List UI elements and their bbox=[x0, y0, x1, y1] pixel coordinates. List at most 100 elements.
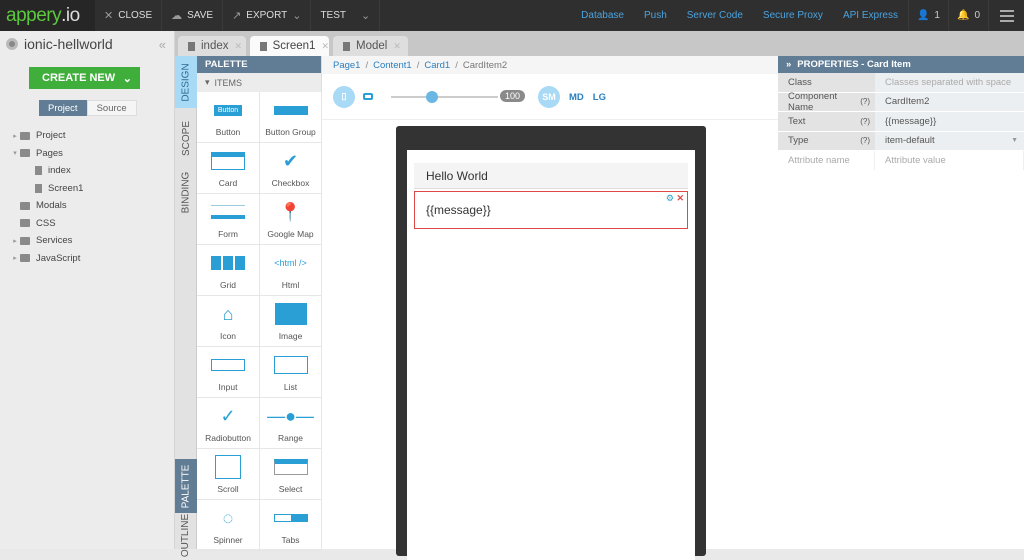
tree-item-modals[interactable]: Modals bbox=[0, 197, 175, 215]
tab-model[interactable]: Model✕ bbox=[333, 36, 408, 56]
button-group-icon bbox=[274, 99, 308, 121]
database-link[interactable]: Database bbox=[571, 10, 634, 21]
palette-item-scroll[interactable]: Scroll bbox=[197, 449, 260, 500]
server-code-link[interactable]: Server Code bbox=[677, 10, 753, 21]
test-button[interactable]: TEST⌄ bbox=[311, 0, 380, 31]
tab-palette[interactable]: PALETTE bbox=[175, 459, 197, 513]
palette-item-grid[interactable]: Grid bbox=[197, 245, 260, 296]
zoom-slider[interactable] bbox=[391, 96, 498, 98]
card-header[interactable]: Hello World bbox=[414, 163, 688, 189]
api-express-link[interactable]: API Express bbox=[833, 10, 908, 21]
palette-item-card[interactable]: Card bbox=[197, 143, 260, 194]
save-button[interactable]: ☁SAVE bbox=[162, 0, 223, 31]
palette-item-form[interactable]: Form bbox=[197, 194, 260, 245]
close-icon[interactable]: ✕ bbox=[321, 41, 329, 52]
size-sm[interactable]: SM bbox=[538, 86, 560, 108]
palette-item-html[interactable]: <html />Html bbox=[260, 245, 322, 296]
tree-item-project[interactable]: ▸Project bbox=[0, 127, 175, 145]
phone-view-icon[interactable]: ▯ bbox=[333, 86, 355, 108]
export-button[interactable]: ↗EXPORT⌄ bbox=[223, 0, 311, 31]
logo[interactable]: appery.io bbox=[0, 0, 95, 31]
attribute-value-input[interactable]: Attribute value bbox=[875, 151, 1024, 170]
tab-outline[interactable]: OUTLINE bbox=[175, 515, 197, 555]
palette-item-button-group[interactable]: Button Group bbox=[260, 92, 322, 143]
card-item-selected[interactable]: {{message}}⚙ ✕ bbox=[414, 191, 688, 229]
close-icon[interactable]: ✕ bbox=[393, 41, 401, 52]
palette-item-select[interactable]: Select bbox=[260, 449, 322, 500]
crumb-page1[interactable]: Page1 bbox=[333, 60, 360, 71]
crumb-carditem2: CardItem2 bbox=[463, 60, 507, 71]
tab-design[interactable]: DESIGN bbox=[175, 56, 197, 108]
palette-item-icon[interactable]: ⌂Icon bbox=[197, 296, 260, 347]
html-icon: <html /> bbox=[274, 252, 307, 274]
palette-item-tabs[interactable]: Tabs bbox=[260, 500, 322, 551]
size-md[interactable]: MD bbox=[569, 92, 584, 103]
palette-item-radiobutton[interactable]: ✓Radiobutton bbox=[197, 398, 260, 449]
close-icon[interactable]: ✕ bbox=[235, 41, 243, 52]
users-button[interactable]: 👤1 bbox=[908, 0, 948, 31]
secure-proxy-link[interactable]: Secure Proxy bbox=[753, 10, 833, 21]
card-icon bbox=[211, 150, 245, 172]
menu-icon[interactable] bbox=[988, 0, 1024, 31]
close-button[interactable]: ✕CLOSE bbox=[95, 0, 162, 31]
push-link[interactable]: Push bbox=[634, 10, 677, 21]
palette-item-input[interactable]: Input bbox=[197, 347, 260, 398]
tree-item-index[interactable]: index bbox=[0, 162, 175, 180]
notifications-button[interactable]: 🔔0 bbox=[948, 0, 988, 31]
type-select[interactable]: item-default▼ bbox=[875, 132, 1024, 151]
size-lg[interactable]: LG bbox=[593, 92, 606, 103]
palette-item-google-map[interactable]: 📍Google Map bbox=[260, 194, 322, 245]
attribute-name-input[interactable]: Attribute name bbox=[778, 151, 875, 170]
palette-item-image[interactable]: Image bbox=[260, 296, 322, 347]
tab-screen1[interactable]: Screen1✕ bbox=[250, 36, 329, 56]
project-toggle[interactable]: Project bbox=[39, 100, 87, 116]
phone-screen: Hello World {{message}}⚙ ✕ bbox=[407, 150, 695, 560]
checkbox-icon: ✔ bbox=[283, 150, 298, 172]
grid-icon bbox=[211, 252, 245, 274]
tree-item-services[interactable]: ▸Services bbox=[0, 232, 175, 250]
palette-item-range[interactable]: —●—Range bbox=[260, 398, 322, 449]
create-new-button[interactable]: CREATE NEW⌄ bbox=[29, 67, 140, 89]
chevron-down-icon: ⌄ bbox=[123, 72, 132, 85]
tree-item-javascript[interactable]: ▸JavaScript bbox=[0, 250, 175, 268]
dropdown-arrow-icon: ▼ bbox=[1011, 137, 1018, 144]
image-icon bbox=[275, 303, 307, 325]
palette-item-button[interactable]: ButtonButton bbox=[197, 92, 260, 143]
gear-icon[interactable]: ⚙ bbox=[666, 193, 674, 203]
component-name-input[interactable]: CardItem2 bbox=[875, 93, 1024, 112]
text-input[interactable]: {{message}} bbox=[875, 112, 1024, 131]
tree-item-css[interactable]: CSS bbox=[0, 215, 175, 233]
palette-item-spinner[interactable]: ◌Spinner bbox=[197, 500, 260, 551]
form-icon bbox=[211, 201, 245, 223]
tablet-view-icon[interactable] bbox=[363, 93, 373, 100]
tree-item-screen1[interactable]: Screen1 bbox=[0, 180, 175, 198]
items-section[interactable]: ▾ITEMS bbox=[197, 73, 321, 92]
tab-binding[interactable]: BINDING bbox=[175, 166, 197, 218]
help-icon[interactable]: (?) bbox=[860, 117, 870, 126]
crumb-card1[interactable]: Card1 bbox=[424, 60, 450, 71]
tab-scope[interactable]: SCOPE bbox=[175, 112, 197, 164]
palette-item-checkbox[interactable]: ✔Checkbox bbox=[260, 143, 322, 194]
source-toggle[interactable]: Source bbox=[87, 100, 137, 116]
tree-item-pages[interactable]: ▾Pages bbox=[0, 145, 175, 163]
delete-icon[interactable]: ✕ bbox=[676, 193, 684, 203]
folder-icon bbox=[20, 219, 30, 227]
tab-index[interactable]: index✕ bbox=[178, 36, 246, 56]
chevron-down-icon: ⌄ bbox=[361, 9, 370, 22]
expand-icon[interactable]: » bbox=[786, 59, 791, 70]
file-icon bbox=[188, 42, 195, 51]
model-icon bbox=[343, 42, 350, 51]
project-name: ionic-hellworld bbox=[24, 36, 113, 52]
folder-icon bbox=[20, 237, 30, 245]
help-icon[interactable]: (?) bbox=[860, 136, 870, 145]
zoom-value: 100 bbox=[500, 90, 525, 102]
crumb-content1[interactable]: Content1 bbox=[373, 60, 412, 71]
check-icon: ✓ bbox=[220, 405, 235, 427]
help-icon[interactable]: (?) bbox=[860, 97, 870, 106]
collapse-icon[interactable]: « bbox=[159, 37, 166, 52]
class-input[interactable]: Classes separated with space bbox=[875, 73, 1024, 92]
chevron-down-icon: ⌄ bbox=[292, 9, 301, 22]
breadcrumb: Page1/ Content1/ Card1/ CardItem2 bbox=[322, 56, 778, 74]
zoom-slider-handle[interactable] bbox=[426, 91, 438, 103]
palette-item-list[interactable]: List bbox=[260, 347, 322, 398]
